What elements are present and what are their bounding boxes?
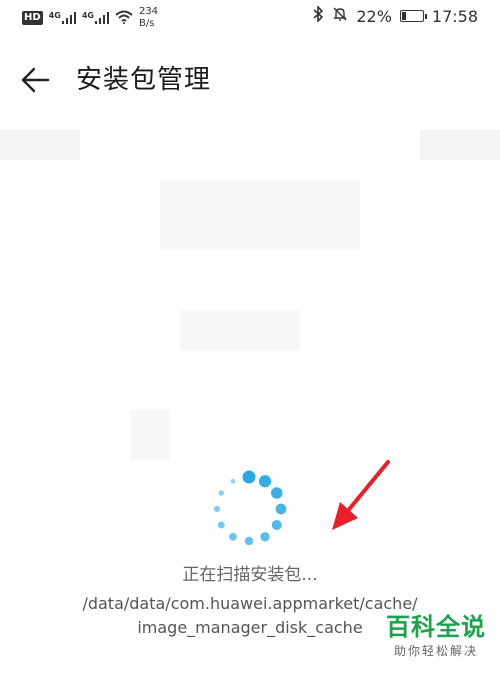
battery-icon bbox=[399, 10, 427, 22]
scan-status-text: 正在扫描安装包... bbox=[182, 565, 318, 585]
spinner-dot bbox=[217, 521, 225, 529]
status-bar: HD 4G 4G 234 B/s 22% 17:58 bbox=[0, 0, 500, 36]
spinner-dot bbox=[258, 475, 272, 488]
back-arrow-icon bbox=[21, 67, 50, 93]
back-button[interactable] bbox=[18, 62, 54, 98]
spinner-dot bbox=[270, 487, 283, 499]
watermark-title: 百科全说 bbox=[386, 612, 486, 642]
spinner-dot bbox=[230, 478, 236, 484]
spinner-dot bbox=[213, 505, 221, 513]
signal-icon-2: 4G bbox=[82, 12, 109, 24]
placeholder-block bbox=[180, 310, 300, 350]
app-header: 安装包管理 bbox=[0, 50, 500, 110]
watermark: 百科全说 助你轻松解决 bbox=[386, 612, 486, 660]
spinner-dot bbox=[275, 503, 287, 515]
net-speed-value: 234 bbox=[138, 6, 159, 17]
loading-spinner-icon bbox=[213, 470, 287, 546]
status-left: HD 4G 4G 234 B/s bbox=[22, 6, 158, 30]
placeholder-bar bbox=[0, 130, 80, 160]
watermark-subtitle: 助你轻松解决 bbox=[393, 644, 478, 658]
mute-bell-icon bbox=[332, 6, 348, 26]
network-type-2: 4G bbox=[81, 11, 94, 20]
spinner-dot bbox=[218, 490, 225, 496]
network-type-1: 4G bbox=[48, 11, 61, 20]
spinner-dot bbox=[244, 536, 254, 546]
spinner-dot bbox=[229, 532, 237, 541]
clock: 17:58 bbox=[431, 6, 478, 26]
page-title: 安装包管理 bbox=[76, 65, 212, 95]
placeholder-block bbox=[130, 410, 170, 460]
net-speed: 234 B/s bbox=[139, 6, 158, 30]
bluetooth-icon bbox=[312, 5, 324, 26]
placeholder-bar bbox=[420, 130, 500, 160]
signal-icon: 4G bbox=[49, 12, 76, 24]
placeholder-block bbox=[160, 180, 360, 250]
hd-badge: HD bbox=[22, 11, 43, 25]
spinner-dot bbox=[271, 520, 282, 530]
battery-percent: 22% bbox=[356, 6, 392, 26]
net-speed-unit: B/s bbox=[138, 18, 155, 29]
annotation-arrow-icon bbox=[332, 460, 390, 530]
status-right: 22% 17:58 bbox=[312, 5, 478, 26]
spinner-dot bbox=[242, 470, 256, 484]
wifi-icon bbox=[115, 9, 133, 28]
spinner-dot bbox=[260, 532, 270, 542]
